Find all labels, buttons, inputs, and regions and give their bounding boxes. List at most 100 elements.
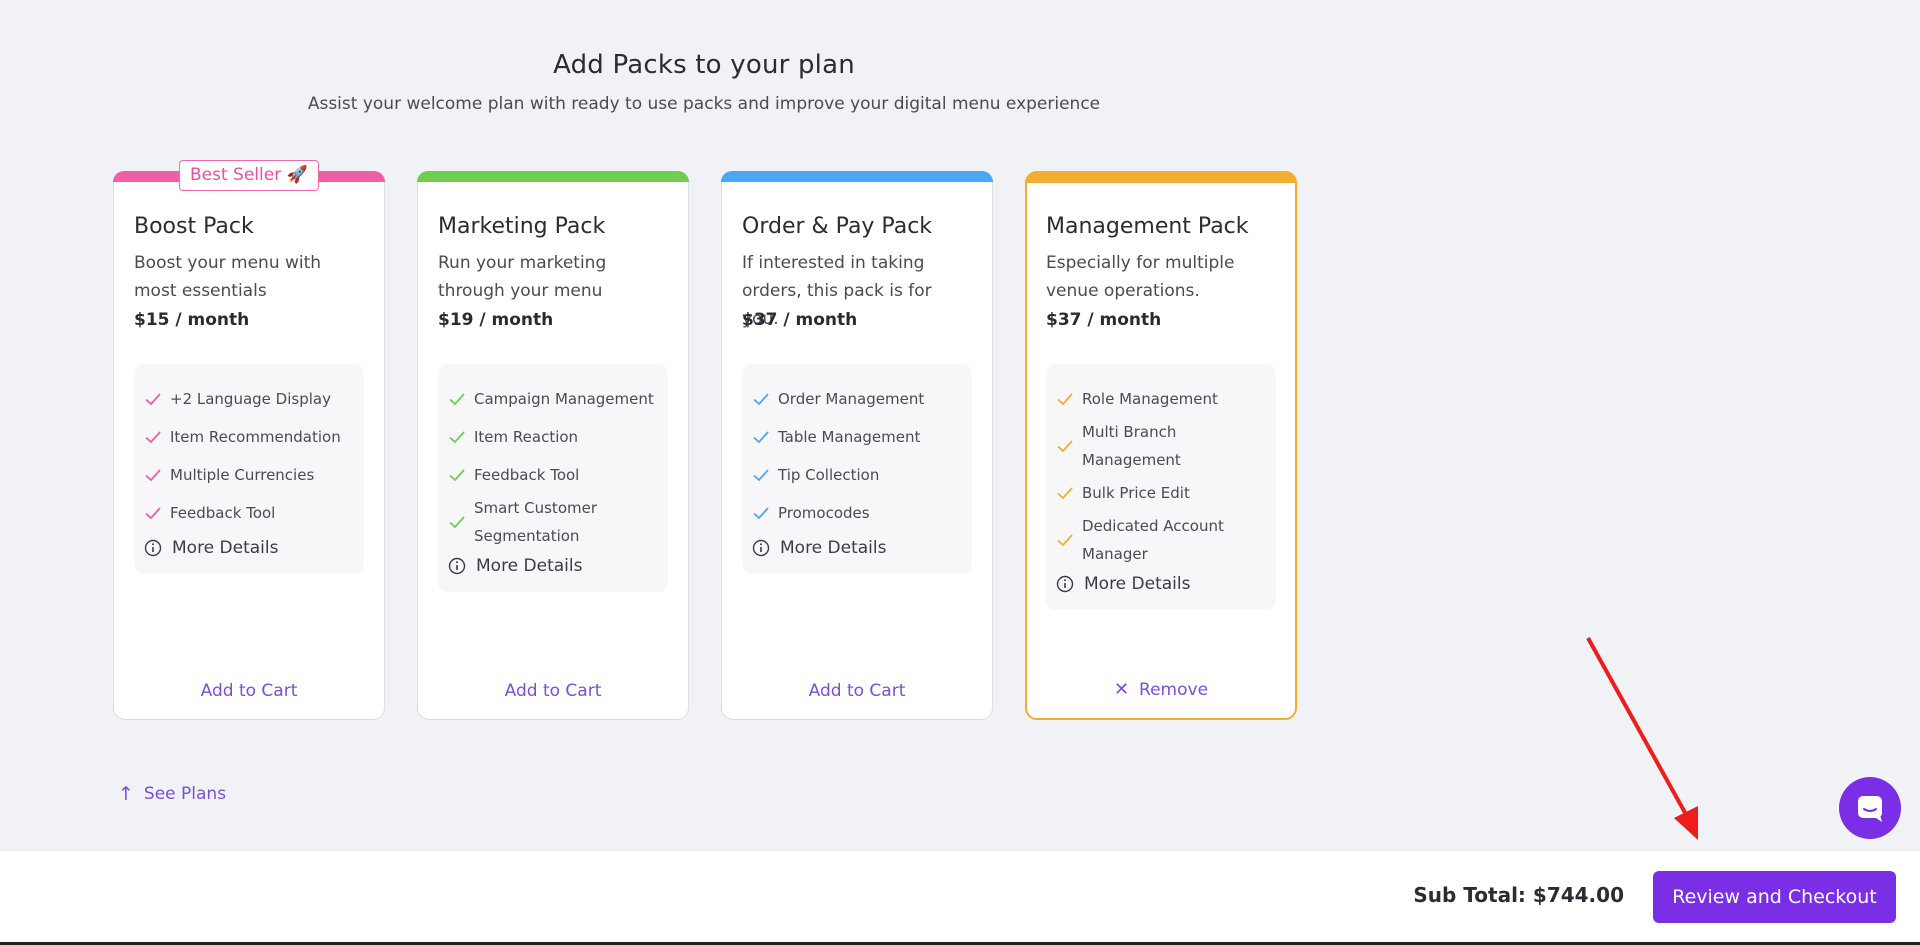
feature-label: Feedback Tool	[474, 466, 580, 484]
pack-title: Marketing Pack	[438, 214, 606, 239]
pack-description: Run your marketing through your menu	[438, 253, 607, 301]
pack-description: Especially for multiple venue operations…	[1046, 253, 1235, 301]
feature-item: Item Reaction	[448, 418, 658, 456]
pack-title: Order & Pay Pack	[742, 214, 933, 239]
add-to-cart-button[interactable]: Add to Cart	[418, 681, 688, 701]
feature-label: Tip Collection	[778, 466, 880, 484]
remove-button[interactable]: ✕ Remove	[1027, 679, 1295, 700]
pack-price: $15 / month	[134, 310, 250, 330]
more-details-link[interactable]: More Details	[144, 538, 354, 558]
more-details-link[interactable]: More Details	[1056, 574, 1266, 594]
pack-cards: Best Seller 🚀 Boost Pack Boost your menu…	[113, 160, 1297, 720]
more-details-link[interactable]: More Details	[448, 556, 658, 576]
feature-list: Role Management Multi Branch Management …	[1046, 364, 1276, 610]
pack-description: Boost your menu with most essentials	[134, 253, 322, 301]
feature-label: Role Management	[1082, 390, 1218, 408]
page-subtitle: Assist your welcome plan with ready to u…	[307, 94, 1101, 114]
more-details-label: More Details	[780, 538, 887, 558]
checkout-footer: Sub Total: $744.00 Review and Checkout	[0, 850, 1920, 942]
feature-item: +2 Language Display	[144, 380, 354, 418]
pack-price: $37 / month	[742, 310, 858, 330]
check-icon	[145, 431, 161, 444]
feature-label: Table Management	[778, 428, 921, 446]
card-accent-bar	[1025, 171, 1297, 183]
pack-price: $19 / month	[438, 310, 554, 330]
see-plans-link[interactable]: ↑ See Plans	[118, 783, 226, 805]
feature-label: Item Reaction	[474, 428, 579, 446]
pack-description: If interested in taking orders, this pac…	[742, 253, 932, 329]
more-details-link[interactable]: More Details	[752, 538, 962, 558]
add-to-cart-button[interactable]: Add to Cart	[722, 681, 992, 701]
feature-item: Dedicated Account Manager	[1056, 512, 1266, 568]
more-details-label: More Details	[476, 556, 583, 576]
check-icon	[145, 469, 161, 482]
check-icon	[449, 516, 465, 529]
feature-item: Campaign Management	[448, 380, 658, 418]
feature-item: Feedback Tool	[144, 494, 354, 532]
pack-title: Management Pack	[1046, 214, 1249, 239]
pack-card-boost: Best Seller 🚀 Boost Pack Boost your menu…	[113, 160, 385, 720]
pack-card-marketing: Marketing Pack Run your marketing throug…	[417, 171, 689, 720]
feature-list: +2 Language Display Item Recommendation …	[134, 364, 364, 574]
feature-item: Promocodes	[752, 494, 962, 532]
info-icon	[752, 539, 770, 557]
check-icon	[753, 431, 769, 444]
more-details-label: More Details	[172, 538, 279, 558]
feature-label: Campaign Management	[474, 390, 654, 408]
card-accent-bar	[721, 171, 993, 182]
feature-label: Feedback Tool	[170, 504, 276, 522]
feature-label: Promocodes	[778, 504, 870, 522]
feature-item: Order Management	[752, 380, 962, 418]
feature-label: +2 Language Display	[170, 390, 331, 408]
feature-item: Item Recommendation	[144, 418, 354, 456]
feature-list: Order Management Table Management Tip Co…	[742, 364, 972, 574]
pack-card-order-pay: Order & Pay Pack If interested in taking…	[721, 171, 993, 720]
feature-label: Dedicated Account Manager	[1082, 517, 1224, 563]
feature-item: Multi Branch Management	[1056, 418, 1266, 474]
more-details-label: More Details	[1084, 574, 1191, 594]
arrow-up-icon: ↑	[118, 783, 134, 805]
chat-icon	[1858, 796, 1882, 822]
feature-item: Smart Customer Segmentation	[448, 494, 658, 550]
check-icon	[1057, 440, 1073, 453]
check-icon	[145, 507, 161, 520]
pack-title: Boost Pack	[134, 214, 254, 239]
check-icon	[1057, 393, 1073, 406]
check-icon	[1057, 534, 1073, 547]
feature-label: Bulk Price Edit	[1082, 484, 1190, 502]
check-icon	[449, 393, 465, 406]
check-icon	[753, 469, 769, 482]
check-icon	[145, 393, 161, 406]
feature-label: Multiple Currencies	[170, 466, 315, 484]
feature-label: Item Recommendation	[170, 428, 341, 446]
feature-item: Tip Collection	[752, 456, 962, 494]
see-plans-label: See Plans	[143, 784, 227, 804]
card-accent-bar	[417, 171, 689, 182]
review-and-checkout-button[interactable]: Review and Checkout	[1653, 871, 1896, 923]
feature-item: Table Management	[752, 418, 962, 456]
best-seller-badge: Best Seller 🚀	[179, 160, 319, 191]
check-icon	[449, 431, 465, 444]
check-icon	[753, 507, 769, 520]
close-icon: ✕	[1113, 679, 1130, 700]
info-icon	[448, 557, 466, 575]
feature-label: Smart Customer Segmentation	[474, 499, 598, 545]
info-icon	[1056, 575, 1074, 593]
feature-list: Campaign Management Item Reaction Feedba…	[438, 364, 668, 592]
feature-label: Order Management	[778, 390, 925, 408]
page-title: Add Packs to your plan	[553, 50, 855, 80]
feature-label: Multi Branch Management	[1082, 423, 1181, 469]
chat-launcher-button[interactable]	[1839, 777, 1901, 839]
feature-item: Multiple Currencies	[144, 456, 354, 494]
info-icon	[144, 539, 162, 557]
pack-price: $37 / month	[1046, 310, 1162, 330]
add-to-cart-button[interactable]: Add to Cart	[114, 681, 384, 701]
remove-label: Remove	[1139, 680, 1209, 700]
annotation-arrow-icon	[1586, 637, 1698, 840]
check-icon	[1057, 487, 1073, 500]
pack-card-management: Management Pack Especially for multiple …	[1025, 171, 1297, 720]
feature-item: Role Management	[1056, 380, 1266, 418]
feature-item: Feedback Tool	[448, 456, 658, 494]
check-icon	[753, 393, 769, 406]
page-header: Add Packs to your plan Assist your welco…	[0, 50, 1408, 114]
